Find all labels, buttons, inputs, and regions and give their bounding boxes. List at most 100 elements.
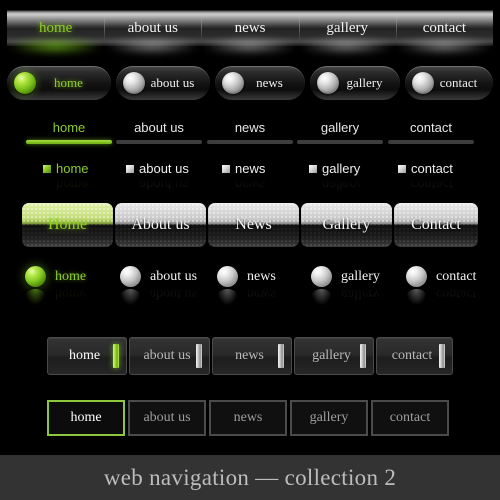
square-bullet-icon-home [43, 165, 51, 173]
vertical-accent-bar-icon-about [196, 344, 202, 368]
bullet-link-about[interactable]: about us about us [126, 162, 189, 192]
metallic-nav-label-contact: contact [422, 20, 467, 36]
sphere-link-home[interactable]: home home [25, 266, 86, 305]
outline-button-about[interactable]: about us [128, 400, 206, 436]
bullet-link-reflection-about: about us [139, 177, 189, 192]
underline-bar-news [207, 140, 293, 144]
outline-button-label-news: news [233, 410, 263, 425]
pill-button-gallery[interactable]: gallery [310, 66, 400, 100]
accent-bar-button-gallery[interactable]: gallery [294, 337, 374, 375]
accent-bar-button-about[interactable]: about us [129, 337, 210, 375]
sphere-link-label-gallery: gallery [341, 268, 380, 284]
bullet-link-news[interactable]: news news [222, 161, 266, 192]
halftone-tab-news[interactable]: News [208, 203, 299, 247]
bullet-link-label-gallery: gallery [322, 161, 361, 176]
halftone-tab-about[interactable]: About us [115, 203, 206, 247]
underline-tab-news[interactable]: news [207, 120, 293, 144]
sphere-link-gallery[interactable]: gallery gallery [311, 266, 380, 305]
sphere-reflection-home [25, 289, 46, 305]
sphere-link-news[interactable]: news news [217, 266, 276, 305]
halftone-tab-label-about: About us [131, 216, 190, 233]
underline-tab-gallery[interactable]: gallery [297, 120, 383, 144]
accent-bar-button-news[interactable]: news [212, 337, 292, 375]
vertical-accent-bar-icon-news [278, 344, 284, 368]
glossy-sphere-icon-news [217, 266, 238, 305]
halftone-tab-home[interactable]: Home [22, 203, 113, 247]
bullet-link-reflection-contact: contact [411, 177, 453, 192]
bullet-link-label-contact: contact [411, 161, 453, 176]
accent-bar-label-home: home [68, 348, 101, 363]
metallic-nav-item-home[interactable]: home [7, 10, 104, 46]
outline-button-news[interactable]: news [209, 400, 287, 436]
square-bullet-icon-contact [398, 165, 406, 173]
bullet-link-reflection-home: home [56, 177, 89, 192]
sphere-link-label-news: news [247, 268, 276, 284]
vertical-accent-bar-icon-contact [439, 344, 445, 368]
bullet-link-home[interactable]: home home [43, 161, 89, 192]
sphere-link-about[interactable]: about us about us [120, 266, 198, 305]
outline-button-contact[interactable]: contact [371, 400, 449, 436]
pill-button-about[interactable]: about us [116, 66, 210, 100]
sphere-orb-icon-home [14, 72, 36, 94]
underline-tab-about[interactable]: about us [116, 120, 202, 144]
underline-tab-contact[interactable]: contact [388, 120, 474, 144]
halftone-tab-contact[interactable]: Contact [394, 203, 478, 247]
sphere-link-contact[interactable]: contact contact [406, 266, 477, 305]
glossy-sphere-icon-gallery [311, 266, 332, 305]
accent-bar-button-nav: home about us news gallery contact [47, 337, 453, 375]
underline-bar-about [116, 140, 202, 144]
sphere-orb-icon-news [222, 72, 244, 94]
bullet-link-contact[interactable]: contact contact [398, 161, 453, 192]
pill-label-about: about us [150, 75, 195, 90]
pill-button-news[interactable]: news [215, 66, 305, 100]
underline-bar-gallery [297, 140, 383, 144]
sphere-link-reflection-news: news [247, 286, 276, 301]
sphere-link-label-about: about us [150, 268, 198, 284]
bullet-link-gallery[interactable]: gallery gallery [309, 161, 361, 192]
pill-button-contact[interactable]: contact [405, 66, 493, 100]
halftone-tab-gallery[interactable]: Gallery [301, 203, 392, 247]
metallic-nav-item-news[interactable]: news [201, 10, 298, 46]
outline-button-home[interactable]: home [47, 400, 125, 436]
accent-bar-label-gallery: gallery [312, 348, 351, 363]
halftone-tab-label-contact: Contact [411, 216, 461, 233]
underline-tab-label-home: home [52, 120, 86, 135]
accent-bar-label-news: news [235, 348, 264, 363]
footer-title: web navigation — collection 2 [103, 464, 397, 490]
halftone-tab-label-home: Home [47, 216, 88, 233]
metallic-nav-bar: home about us news gallery contact [7, 10, 493, 46]
metallic-nav-label-home: home [38, 20, 73, 36]
bullet-link-label-news: news [235, 161, 266, 176]
outline-button-gallery[interactable]: gallery [290, 400, 368, 436]
square-bullet-icon-about [126, 165, 134, 173]
accent-bar-label-contact: contact [391, 348, 433, 363]
accent-bar-button-home[interactable]: home [47, 337, 127, 375]
sphere-orb-icon-about [123, 72, 145, 94]
outline-button-label-home: home [70, 410, 102, 425]
bullet-link-label-home: home [56, 161, 89, 176]
metallic-nav-label-about: about us [127, 20, 179, 36]
pill-button-home[interactable]: home [7, 66, 111, 100]
square-bullet-icon-news [222, 165, 230, 173]
outline-button-label-about: about us [143, 410, 191, 425]
outline-button-label-gallery: gallery [309, 410, 349, 425]
pill-label-gallery: gallery [346, 75, 383, 90]
square-bullet-icon-gallery [309, 165, 317, 173]
underline-tab-label-news: news [234, 120, 266, 135]
sphere-reflection-contact [406, 289, 427, 305]
sphere-link-reflection-gallery: gallery [341, 286, 380, 301]
underline-tab-label-gallery: gallery [320, 120, 360, 135]
glossy-sphere-icon-home [25, 266, 46, 305]
vertical-accent-bar-icon-gallery [360, 344, 366, 368]
metallic-nav-item-contact[interactable]: contact [395, 10, 493, 46]
halftone-tab-nav: Home About us News Gallery Contact [22, 203, 478, 247]
accent-bar-button-contact[interactable]: contact [376, 337, 453, 375]
underline-tab-label-about: about us [134, 120, 184, 135]
bullet-link-reflection-gallery: gallery [322, 177, 361, 192]
glossy-sphere-icon-about [120, 266, 141, 305]
sphere-link-label-contact: contact [436, 268, 477, 284]
metallic-nav-item-gallery[interactable]: gallery [298, 10, 396, 46]
halftone-tab-label-gallery: Gallery [322, 216, 371, 233]
underline-tab-home[interactable]: home [26, 120, 112, 144]
metallic-nav-item-about[interactable]: about us [104, 10, 201, 46]
